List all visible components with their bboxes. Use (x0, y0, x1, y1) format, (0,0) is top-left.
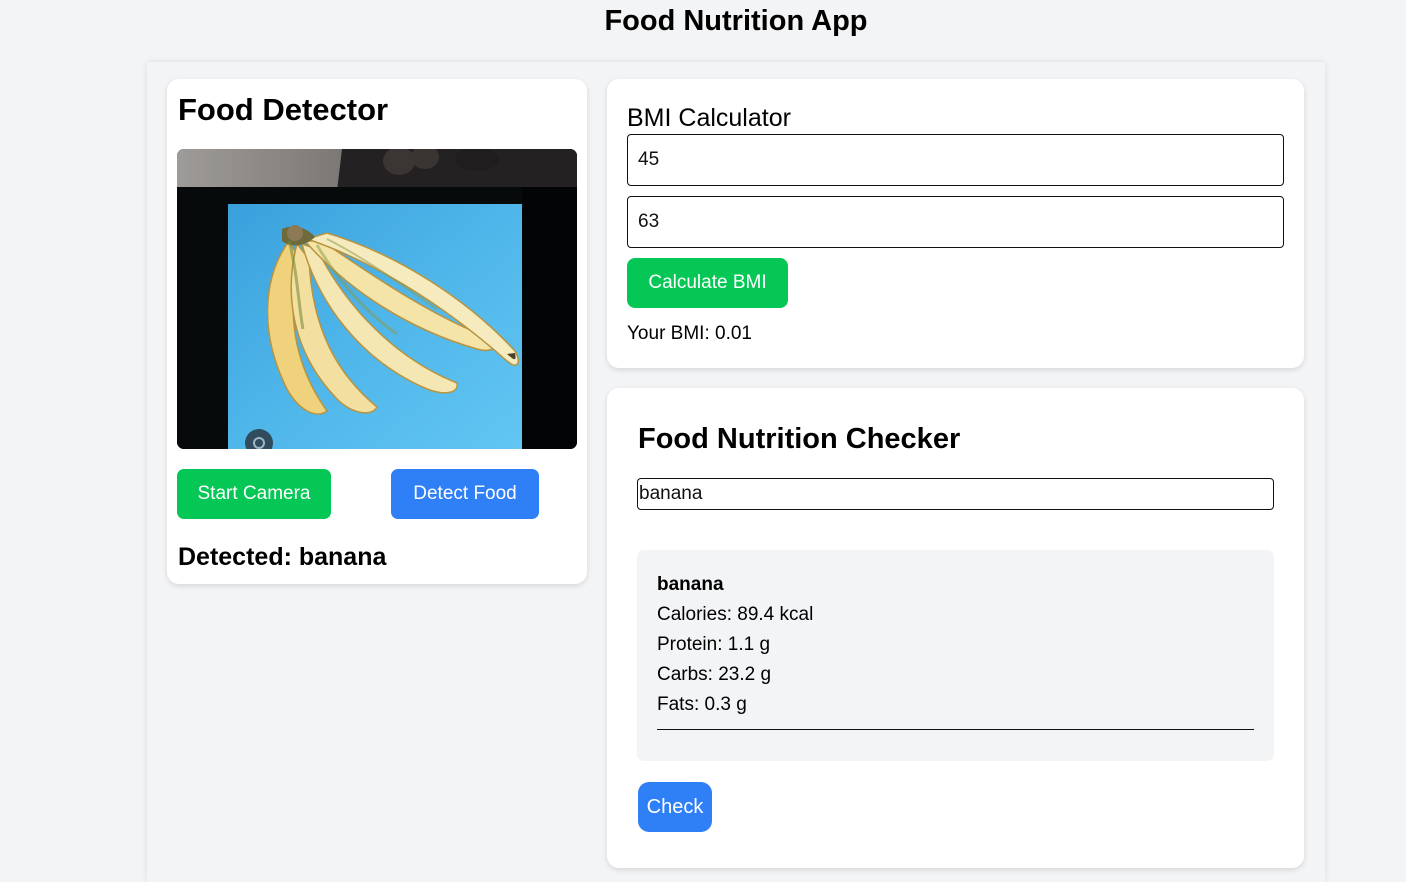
weight-input[interactable] (627, 134, 1284, 186)
result-protein: Protein: 1.1 g (657, 634, 771, 655)
calculate-bmi-button[interactable]: Calculate BMI (627, 258, 788, 308)
camera-feed (177, 149, 577, 449)
check-button[interactable]: Check (638, 782, 712, 832)
result-divider (657, 729, 1254, 730)
food-detector-heading: Food Detector (178, 92, 389, 127)
bmi-result: Your BMI: 0.01 (627, 323, 752, 344)
nutrition-checker-card: Food Nutrition Checker banana Calories: … (607, 388, 1304, 868)
detected-result: Detected: banana (178, 543, 387, 571)
result-food-name: banana (657, 574, 724, 595)
detect-food-button[interactable]: Detect Food (391, 469, 539, 519)
nutrition-heading: Food Nutrition Checker (638, 423, 961, 455)
bmi-heading: BMI Calculator (627, 104, 791, 132)
result-calories: Calories: 89.4 kcal (657, 604, 814, 625)
result-carbs: Carbs: 23.2 g (657, 664, 772, 685)
food-detector-card: Food Detector Start Camera Detect Food D… (167, 79, 587, 584)
result-fats: Fats: 0.3 g (657, 694, 747, 715)
start-camera-button[interactable]: Start Camera (177, 469, 331, 519)
nutrition-result-box: banana Calories: 89.4 kcal Protein: 1.1 … (637, 550, 1274, 761)
app-title: Food Nutrition App (604, 5, 868, 37)
bmi-calculator-card: BMI Calculator Calculate BMI Your BMI: 0… (607, 79, 1304, 368)
height-input[interactable] (627, 196, 1284, 248)
food-search-input[interactable] (637, 478, 1274, 510)
